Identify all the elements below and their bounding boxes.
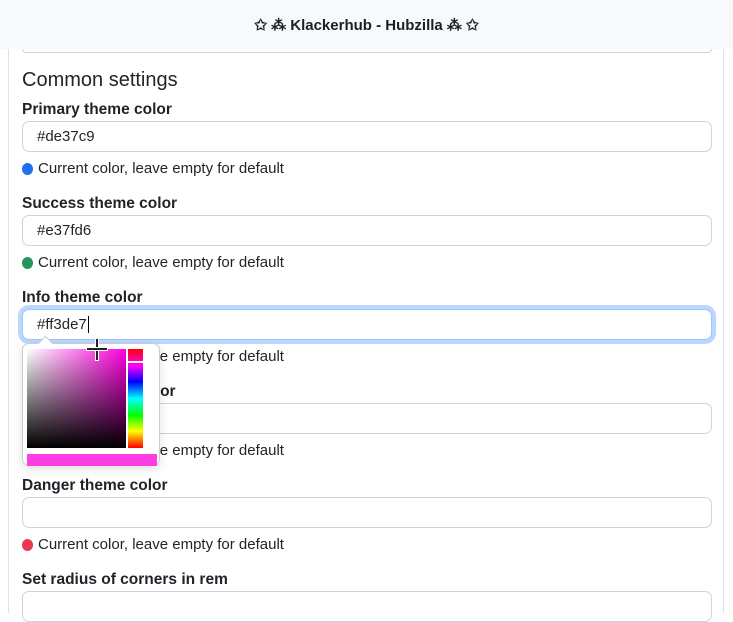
hue-slider[interactable]	[128, 349, 143, 448]
field-primary-theme-color: Primary theme color #de37c9 Current colo…	[22, 100, 712, 179]
input-value: #e37fd6	[37, 222, 92, 239]
field-corner-radius: Set radius of corners in rem	[22, 570, 712, 622]
field-info-theme-color: Info theme color #ff3de7 Current color, …	[22, 288, 712, 466]
picker-crosshair[interactable]	[87, 348, 107, 350]
page-title: ✩ ⁂ Klackerhub - Hubzilla ⁂ ✩	[254, 16, 479, 34]
input-value: #ff3de7	[37, 316, 87, 333]
page-header: ✩ ⁂ Klackerhub - Hubzilla ⁂ ✩	[0, 0, 733, 49]
field-label: Danger theme color	[22, 477, 168, 494]
helper-row: Current color, leave empty for default	[22, 534, 712, 555]
hue-slider-marker[interactable]	[128, 361, 143, 363]
current-color-dot	[22, 538, 33, 551]
corner-radius-input[interactable]	[22, 591, 712, 622]
helper-text: Current color, leave empty for default	[38, 254, 284, 271]
info-color-input[interactable]: #ff3de7	[22, 309, 712, 340]
helper-row: Current color, leave empty for default	[22, 158, 712, 179]
input-value: #de37c9	[37, 128, 95, 145]
color-picker-popup	[22, 335, 160, 466]
saturation-field[interactable]	[27, 349, 126, 448]
field-danger-theme-color: Danger theme color Current color, leave …	[22, 476, 712, 555]
section-heading: Common settings	[22, 69, 178, 91]
current-color-dot	[22, 162, 33, 175]
field-label: Primary theme color	[22, 101, 172, 118]
scrolled-input-partial[interactable]	[22, 49, 712, 53]
helper-row: Current color, leave empty for default	[22, 252, 712, 273]
primary-color-input[interactable]: #de37c9	[22, 121, 712, 152]
helper-text: Current color, leave empty for default	[38, 536, 284, 553]
field-label: Info theme color	[22, 289, 143, 306]
field-success-theme-color: Success theme color #e37fd6 Current colo…	[22, 194, 712, 273]
danger-color-input[interactable]	[22, 497, 712, 528]
selected-color-swatch	[27, 454, 157, 466]
text-cursor	[87, 316, 89, 333]
field-label: Success theme color	[22, 195, 178, 212]
settings-panel: Common settings Primary theme color #de3…	[8, 49, 724, 622]
current-color-dot	[22, 256, 33, 269]
field-label: Set radius of corners in rem	[22, 571, 228, 588]
helper-text: Current color, leave empty for default	[38, 160, 284, 177]
success-color-input[interactable]: #e37fd6	[22, 215, 712, 246]
